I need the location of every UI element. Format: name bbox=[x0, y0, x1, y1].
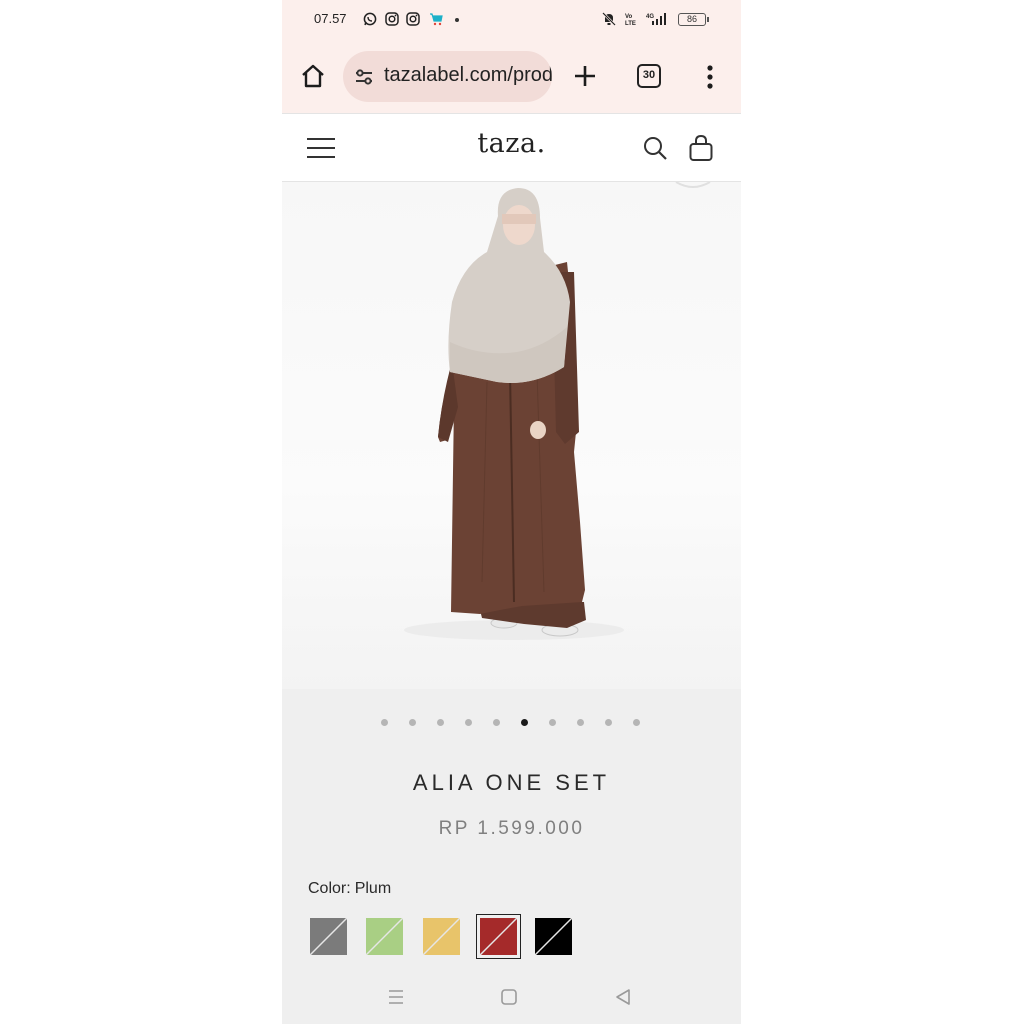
phone-screen: 07.57 VoLTE 4G 86 tazalabel.com/products… bbox=[282, 0, 741, 1024]
volte-icon: VoLTE bbox=[625, 14, 636, 26]
carousel-dot[interactable] bbox=[633, 719, 640, 726]
carousel-dot[interactable] bbox=[437, 719, 444, 726]
carousel-dot[interactable] bbox=[465, 719, 472, 726]
battery-icon: 86 bbox=[678, 13, 709, 26]
status-time: 07.57 bbox=[314, 11, 347, 26]
new-tab-plus-icon[interactable] bbox=[572, 63, 598, 89]
swatch-mustard[interactable] bbox=[423, 918, 460, 955]
more-vert-icon[interactable] bbox=[706, 64, 714, 90]
signal-4g-icon: 4G bbox=[646, 13, 666, 25]
status-bar: 07.57 Vo LTE 4G 86 bbox=[282, 0, 741, 40]
carousel-dot[interactable] bbox=[409, 719, 416, 726]
product-image[interactable] bbox=[282, 182, 741, 689]
site-settings-icon[interactable] bbox=[354, 67, 374, 87]
svg-text:LTE: LTE bbox=[625, 21, 636, 26]
instagram-icon bbox=[406, 12, 420, 26]
color-swatches bbox=[310, 914, 580, 959]
carousel-dot-active[interactable] bbox=[521, 719, 528, 726]
color-value: Plum bbox=[354, 880, 392, 897]
color-label: Color: Plum bbox=[308, 880, 391, 898]
carousel-dot[interactable] bbox=[381, 719, 388, 726]
site-logo[interactable]: taza. bbox=[282, 128, 741, 159]
shop-icon bbox=[430, 13, 443, 26]
carousel-dot[interactable] bbox=[549, 719, 556, 726]
instagram-icon bbox=[385, 12, 399, 26]
mute-icon bbox=[602, 12, 616, 26]
notification-dot bbox=[455, 18, 459, 22]
swatch-grey[interactable] bbox=[310, 918, 347, 955]
carousel-dot[interactable] bbox=[605, 719, 612, 726]
color-label-text: Color: bbox=[308, 880, 351, 897]
recents-icon[interactable] bbox=[385, 986, 407, 1008]
site-header: taza. bbox=[282, 113, 741, 182]
swatch-sage[interactable] bbox=[366, 918, 403, 955]
svg-text:4G: 4G bbox=[646, 14, 654, 20]
whatsapp-icon bbox=[363, 12, 377, 26]
tab-switcher-icon[interactable]: 30 bbox=[637, 64, 661, 88]
back-triangle-icon[interactable] bbox=[612, 986, 634, 1008]
product-photo bbox=[404, 182, 711, 640]
swatch-plum-selected[interactable] bbox=[476, 914, 521, 959]
shopping-bag-icon[interactable] bbox=[688, 134, 714, 162]
url-text[interactable]: tazalabel.com/products/alia-one-set bbox=[384, 64, 552, 87]
swatch-black[interactable] bbox=[535, 918, 572, 955]
carousel-dot[interactable] bbox=[493, 719, 500, 726]
browser-chrome: 07.57 VoLTE 4G 86 tazalabel.com/products… bbox=[282, 0, 741, 113]
search-icon[interactable] bbox=[642, 135, 668, 161]
home-icon[interactable] bbox=[300, 63, 326, 89]
system-nav-bar bbox=[282, 980, 741, 1024]
address-bar[interactable]: tazalabel.com/products/alia-one-set bbox=[343, 51, 552, 102]
product-title: ALIA ONE SET bbox=[412, 770, 611, 795]
carousel-dot[interactable] bbox=[577, 719, 584, 726]
image-carousel-dots bbox=[381, 719, 643, 727]
svg-text:Vo: Vo bbox=[625, 14, 633, 20]
product-price: RP 1.599.000 bbox=[438, 818, 585, 839]
home-square-icon[interactable] bbox=[498, 986, 520, 1008]
